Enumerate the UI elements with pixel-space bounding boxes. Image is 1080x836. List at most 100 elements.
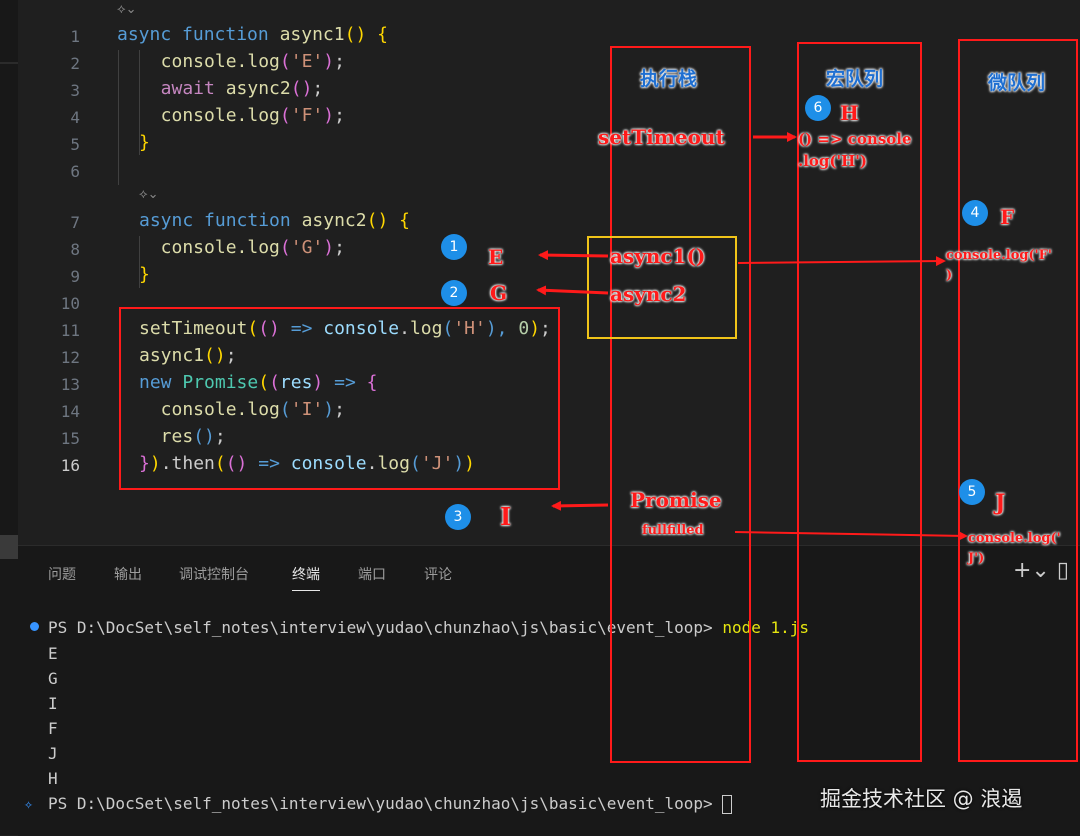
code-token: ; (334, 237, 345, 258)
line-number: 11 (60, 321, 80, 340)
code-token: ( (279, 105, 291, 126)
code-token: async2 (301, 210, 367, 231)
output-letter-g: G (490, 281, 508, 305)
terminal-output-line: F (48, 719, 58, 738)
code-token: 'F' (290, 105, 324, 126)
code-token: } (139, 264, 150, 285)
code-token: await (139, 78, 226, 99)
code-token: console. (139, 51, 248, 72)
line-number-active: 16 (60, 456, 80, 475)
output-letter-f: F (1000, 205, 1015, 229)
async2-call-label: async2 (610, 282, 687, 306)
exec-stack-column (610, 46, 751, 763)
code-token: async (139, 210, 205, 231)
code-line-7[interactable]: async function async2() { (139, 210, 410, 231)
line-number: 1 (70, 27, 80, 46)
settimeout-label: setTimeout (598, 125, 725, 149)
code-token: async2 (225, 78, 291, 99)
line-number: 10 (60, 294, 80, 313)
fullfilled-label: fullfilled (642, 523, 704, 538)
command-status-icon[interactable] (30, 622, 39, 631)
macro-queue-title: 宏队列 (826, 68, 884, 90)
step-badge-1: 1 (441, 234, 467, 260)
line-number: 8 (70, 240, 80, 259)
micro-queue-item-j: console.log(' J') (968, 531, 1061, 566)
code-line-5[interactable]: } (139, 132, 150, 153)
micro-queue-item-f: console.log('F' ) (946, 248, 1052, 283)
code-token: ) (323, 105, 335, 126)
codelens-icon[interactable]: ⟡⌄ (117, 2, 137, 17)
watermark: 掘金技术社区 @ 浪遏 (820, 787, 1023, 811)
code-line-1[interactable]: async function async1() { (117, 24, 388, 45)
code-token: () (290, 78, 313, 99)
terminal-cursor (722, 795, 733, 814)
code-token: ( (279, 237, 291, 258)
code-token: ) (323, 51, 335, 72)
line-number: 12 (60, 348, 80, 367)
micro-queue-title: 微队列 (988, 72, 1046, 94)
code-token: function (204, 210, 302, 231)
line-number: 4 (70, 108, 80, 127)
code-token: ; (334, 105, 345, 126)
terminal-output-line: G (48, 669, 58, 688)
step-badge-3: 3 (445, 504, 471, 530)
line-number: 14 (60, 402, 80, 421)
indent-guide (118, 50, 119, 185)
tab-debug-console[interactable]: 调试控制台 (179, 564, 249, 584)
line-number: 7 (70, 213, 80, 232)
code-token: ; (312, 78, 324, 99)
tab-problems[interactable]: 问题 (48, 564, 76, 584)
tab-terminal[interactable]: 终端 (292, 564, 320, 591)
activity-divider (0, 62, 18, 64)
line-number: 6 (70, 162, 80, 181)
macro-queue-item: () => console .log('H') (798, 130, 912, 170)
terminal-output-line: H (48, 769, 58, 788)
codelens-icon[interactable]: ⟡⌄ (139, 187, 159, 202)
code-token: 'G' (290, 237, 324, 258)
line-number: 15 (60, 429, 80, 448)
output-letter-i: I (500, 502, 512, 531)
code-line-4[interactable]: console.log('F'); (139, 105, 345, 126)
code-token: () { (344, 24, 388, 45)
tab-output[interactable]: 输出 (114, 564, 142, 584)
code-token: ; (334, 51, 356, 72)
code-token: log (247, 51, 280, 72)
code-line-3[interactable]: await async2(); (139, 78, 324, 99)
code-token: 'E' (290, 51, 324, 72)
line-number: 13 (60, 375, 80, 394)
terminal-prompt: PS D:\DocSet\self_notes\interview\yudao\… (48, 794, 713, 813)
tab-ports[interactable]: 端口 (358, 564, 386, 584)
terminal-prompt-line[interactable]: PS D:\DocSet\self_notes\interview\yudao\… (48, 794, 733, 814)
code-token: async (117, 24, 183, 45)
code-line-9[interactable]: } (139, 264, 150, 285)
output-letter-j: J (995, 490, 1006, 516)
step-badge-5: 5 (959, 479, 985, 505)
code-token: ) (323, 237, 335, 258)
line-number: 9 (70, 267, 80, 286)
code-token: } (139, 132, 150, 153)
code-token: () { (366, 210, 410, 231)
terminal-output-line: I (48, 694, 58, 713)
step-badge-6: 6 (805, 95, 831, 121)
promise-label: Promise (630, 488, 722, 512)
code-token: log (247, 105, 280, 126)
line-number: 3 (70, 81, 80, 100)
code-token: function (182, 24, 280, 45)
exec-stack-title: 执行栈 (640, 68, 698, 90)
code-highlight-box (119, 307, 560, 490)
tab-comments[interactable]: 评论 (424, 564, 452, 584)
line-number: 5 (70, 135, 80, 154)
code-token: console. (139, 237, 248, 258)
code-line-8[interactable]: console.log('G'); (139, 237, 345, 258)
micro-queue-column (958, 39, 1078, 762)
async1-call-label: async1() (610, 244, 706, 268)
sparkle-icon[interactable]: ✧ (24, 795, 33, 813)
activity-bar (0, 0, 18, 835)
code-token: ( (279, 51, 291, 72)
line-number: 2 (70, 54, 80, 73)
code-token: async1 (279, 24, 345, 45)
code-line-2[interactable]: console.log('E'); (139, 51, 356, 72)
output-letter-h: H (840, 101, 859, 125)
step-badge-4: 4 (962, 200, 988, 226)
step-badge-2: 2 (441, 280, 467, 306)
